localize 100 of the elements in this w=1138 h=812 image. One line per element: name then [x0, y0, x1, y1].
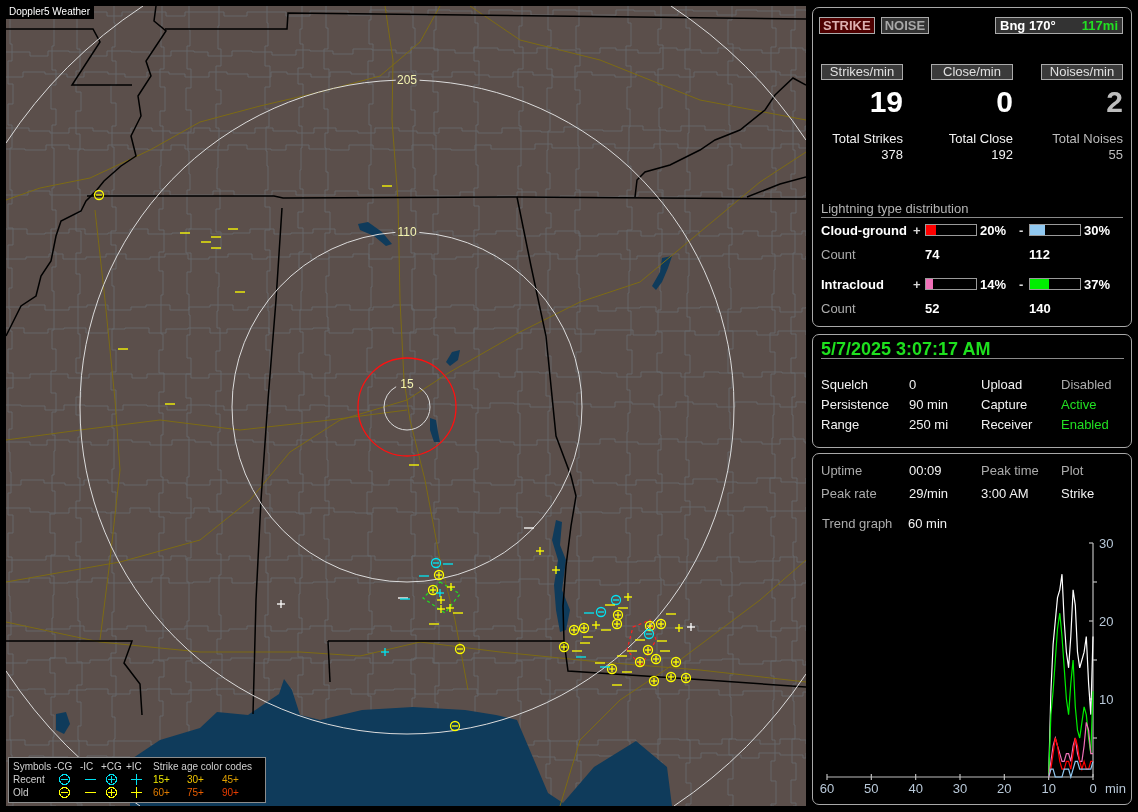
dash-icon: [381, 185, 393, 187]
polarity-sign: -: [1019, 276, 1025, 292]
setting-value: 90 min: [909, 396, 950, 412]
polarity-sign: -: [1019, 222, 1025, 238]
bearing-text: Bng 170°: [1000, 18, 1056, 33]
dash-icon: [210, 236, 222, 238]
axis-label: min: [1105, 781, 1126, 796]
distribution-title: Lightning type distribution: [821, 202, 1123, 218]
plus-icon: [435, 588, 445, 598]
count-label: Count: [821, 300, 857, 316]
plus-circle-icon: [634, 656, 646, 668]
axis-tick-label: 20: [997, 781, 1012, 796]
age-code: 90+: [222, 786, 240, 799]
minus-circle-icon: [595, 606, 607, 618]
setting-label: Persistence: [821, 396, 890, 412]
plus-icon: [591, 620, 601, 630]
rate-value: 19: [868, 86, 903, 118]
dash-icon: [656, 640, 668, 642]
legend-row-label: Old: [13, 786, 30, 799]
datetime-text: 5/7/2025 3:07:17 AM: [821, 340, 1124, 359]
plus-circle-icon: [680, 672, 692, 684]
rate-value: 2: [1105, 86, 1123, 118]
dash-icon: [234, 291, 246, 293]
age-code: 75+: [187, 786, 205, 799]
trend-label: Trend graph: [822, 515, 894, 531]
dash-icon: [428, 623, 440, 625]
plus-icon: [551, 565, 561, 575]
dash-icon: [634, 639, 646, 641]
service-status: Enabled: [1061, 416, 1110, 432]
plus-circle-icon: [648, 675, 660, 687]
plus-circle-icon: [670, 656, 682, 668]
percent-text: 30%: [1083, 222, 1112, 238]
plus-circle-icon: [578, 622, 590, 634]
legend-row-label: Recent: [13, 773, 46, 786]
plus-circle-icon: [644, 620, 656, 632]
dash-icon: [611, 684, 623, 686]
legend-column-label: -IC: [80, 760, 95, 773]
stat-label: Uptime: [821, 462, 864, 478]
total-label: Total Close: [947, 131, 1013, 147]
range-ring-label: 205: [397, 73, 417, 87]
plus-circle-icon: [427, 584, 439, 596]
setting-value: 0: [909, 376, 918, 392]
count-value: 112: [1029, 246, 1051, 262]
plus-icon: [623, 592, 633, 602]
legend-heading: Symbols: [13, 760, 53, 773]
total-value: 378: [880, 147, 903, 163]
stat-value: 29/min: [909, 485, 950, 501]
rate-header: Close/min: [931, 64, 1013, 80]
setting-label: Squelch: [821, 376, 869, 392]
dash-icon: [579, 642, 591, 644]
plus-icon: [535, 546, 545, 556]
dash-icon: [594, 662, 606, 664]
minus-circle-icon: [449, 720, 461, 732]
percent-text: 14%: [979, 276, 1008, 292]
service-status: Active: [1061, 396, 1098, 412]
dash-icon: [200, 241, 212, 243]
age-code: 30+: [187, 773, 205, 786]
axis-tick-label: 30: [952, 781, 968, 796]
stat-value: 00:09: [909, 462, 943, 478]
dash-icon: [665, 613, 677, 615]
dash-icon: [599, 666, 611, 668]
stat-label: Plot: [1061, 462, 1085, 478]
rate-value: 0: [995, 86, 1013, 118]
plus-circle-icon: [433, 569, 445, 581]
dash-icon: [408, 464, 420, 466]
dash-icon: [442, 563, 454, 565]
plus-icon: [436, 595, 446, 605]
dash-icon: [621, 671, 633, 673]
total-value: 192: [990, 147, 1013, 163]
distance-text: 117mi: [1081, 18, 1118, 33]
storm-cell-outline: [626, 619, 657, 668]
dash-icon: [571, 650, 583, 652]
mode-button[interactable]: STRIKE: [819, 17, 875, 34]
type-name: Cloud-ground: [821, 222, 908, 238]
plus-icon: [446, 582, 456, 592]
service-label: Capture: [981, 396, 1029, 412]
dash-icon: [117, 348, 129, 350]
mode-button[interactable]: NOISE: [880, 17, 930, 34]
minus-circle-icon: [454, 643, 466, 655]
percent-text: 20%: [979, 222, 1008, 238]
minus-circle-icon: [643, 628, 655, 640]
age-legend-title: Strike age color codes: [153, 760, 253, 773]
minus-circle-icon: [610, 594, 622, 606]
legend-column-label: +IC: [126, 760, 143, 773]
type-name: Intracloud: [821, 276, 885, 292]
dash-icon: [626, 650, 638, 652]
plus-circle-icon: [642, 644, 654, 656]
axis-tick-label: 0: [1089, 781, 1097, 796]
plus-circle-icon: [650, 653, 662, 665]
polarity-sign: +: [913, 276, 922, 292]
rate-header: Strikes/min: [821, 64, 903, 80]
percent-text: 37%: [1083, 276, 1112, 292]
axis-tick-label: 40: [908, 781, 923, 796]
setting-label: Range: [821, 416, 861, 432]
plus-icon: [436, 604, 446, 614]
plus-circle-icon: [612, 609, 624, 621]
axis-tick-label: 60: [819, 781, 835, 796]
total-label: Total Noises: [1051, 131, 1123, 147]
service-label: Receiver: [981, 416, 1034, 432]
total-label: Total Strikes: [831, 131, 903, 147]
